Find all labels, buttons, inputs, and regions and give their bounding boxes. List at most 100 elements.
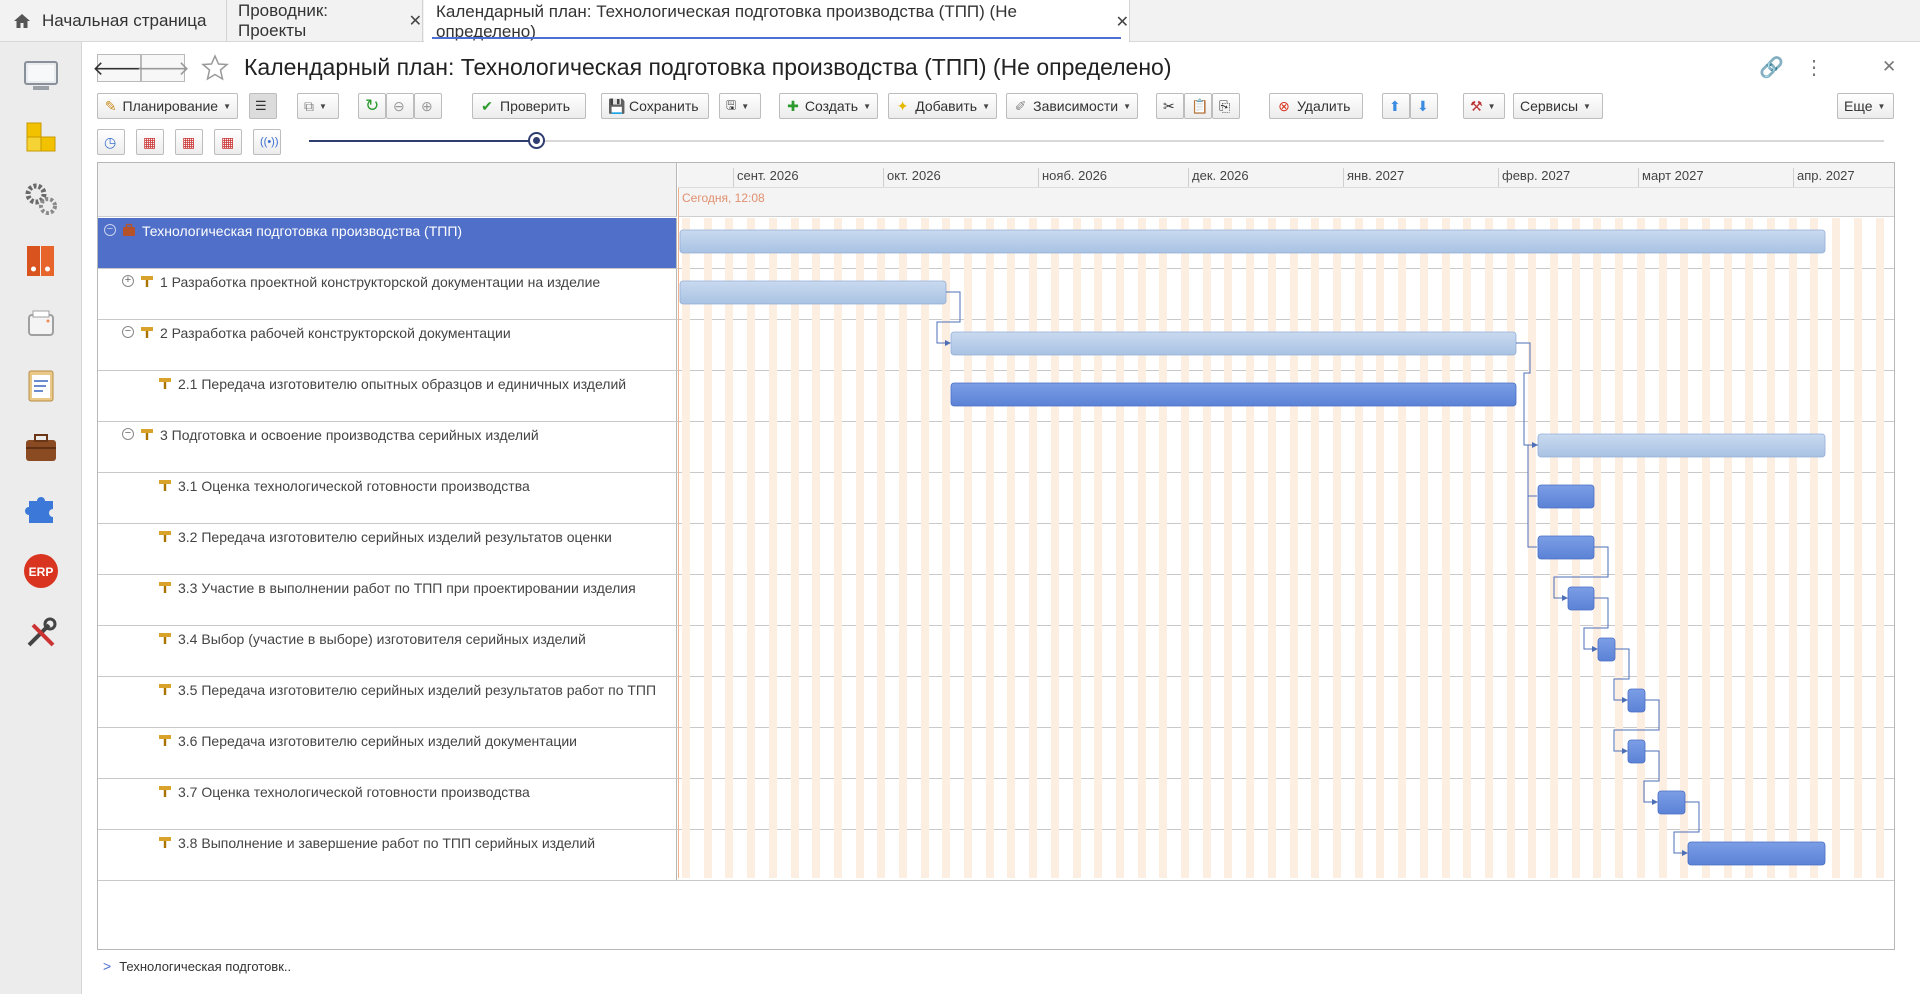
task-label: 3.5 Передача изготовителю серийных издел… xyxy=(178,682,657,698)
task-cell[interactable]: +1 Разработка проектной конструкторской … xyxy=(98,269,677,319)
task-bar[interactable] xyxy=(1657,790,1686,815)
calendar-day-button[interactable]: ▦ xyxy=(136,129,164,155)
services-menu[interactable]: Сервисы ▼ xyxy=(1513,93,1603,119)
scale-menu[interactable]: ⧉ ▼ xyxy=(297,93,339,119)
forward-button[interactable]: 🡒 xyxy=(136,54,190,82)
planning-label: Планирование xyxy=(122,98,219,114)
tools-menu[interactable]: ⚒ ▼ xyxy=(1463,93,1505,119)
add-menu[interactable]: ✦ Добавить ▼ xyxy=(888,93,997,119)
link-icon[interactable]: 🔗 xyxy=(1759,55,1784,80)
task-bar[interactable] xyxy=(1627,739,1646,764)
task-cell[interactable]: 3.2 Передача изготовителю серийных издел… xyxy=(98,524,677,574)
check-button[interactable]: ✔ Проверить xyxy=(472,93,586,119)
time-scale-button[interactable]: ◷ xyxy=(97,129,125,155)
create-label: Создать xyxy=(804,98,859,114)
refresh-icon: ↻ xyxy=(365,96,380,115)
extensions-section[interactable] xyxy=(19,487,63,531)
broadcast-button[interactable]: ((•)) xyxy=(253,129,281,155)
page-title: Календарный план: Технологическая подгот… xyxy=(244,54,1172,80)
move-down-button[interactable]: ⬇ xyxy=(1410,93,1438,119)
task-cell[interactable]: − Технологическая подготовка производства… xyxy=(98,218,677,268)
copy-icon: ⎘ xyxy=(1219,97,1231,114)
task-bar[interactable] xyxy=(1537,484,1595,509)
dropdown-arrow-icon: ▼ xyxy=(863,101,871,111)
zoom-in-button[interactable]: ⊕ xyxy=(414,93,442,119)
planning-menu[interactable]: ✎ Планирование ▼ xyxy=(97,93,238,119)
tree-view-toggle[interactable]: ☰ xyxy=(249,93,277,119)
calendar-icon: ▦ xyxy=(182,133,196,150)
printer-icon xyxy=(28,310,54,336)
task-bar[interactable] xyxy=(1567,586,1595,611)
admin-section[interactable] xyxy=(19,611,63,655)
save-label: Сохранить xyxy=(629,98,699,114)
task-cell[interactable]: 3.5 Передача изготовителю серийных издел… xyxy=(98,677,677,727)
month-label: дек. 2026 xyxy=(1188,168,1249,188)
zoom-slider-fill xyxy=(309,140,536,142)
task-bar[interactable] xyxy=(1537,535,1595,560)
dependencies-menu[interactable]: ✐ Зависимости ▼ xyxy=(1006,93,1138,119)
close-icon[interactable]: ✕ xyxy=(409,11,422,31)
documents-section[interactable] xyxy=(19,239,63,283)
tab-explorer-projects[interactable]: Проводник: Проекты ✕ xyxy=(227,0,423,42)
tasks-section[interactable] xyxy=(19,363,63,407)
task-pin-icon xyxy=(141,429,153,440)
calendar-month-button[interactable]: ▦ xyxy=(214,129,242,155)
task-cell[interactable]: 3.1 Оценка технологической готовности пр… xyxy=(98,473,677,523)
breadcrumb[interactable]: > Технологическая подготовк.. xyxy=(103,958,291,974)
task-cell[interactable]: 3.6 Передача изготовителю серийных издел… xyxy=(98,728,677,778)
home-icon xyxy=(14,14,30,28)
tree-header xyxy=(98,163,677,217)
today-label: Сегодня, 12:08 xyxy=(682,191,765,205)
save-options-menu[interactable]: 🖫 ▼ xyxy=(719,93,761,119)
close-icon[interactable]: ✕ xyxy=(1116,12,1129,32)
task-cell[interactable]: 2.1 Передача изготовителю опытных образц… xyxy=(98,371,677,421)
summary-bar[interactable] xyxy=(1537,433,1826,458)
task-cell[interactable]: 3.8 Выполнение и завершение работ по ТПП… xyxy=(98,830,677,880)
task-cell[interactable]: 3.3 Участие в выполнении работ по ТПП пр… xyxy=(98,575,677,625)
more-vertical-icon[interactable]: ⋮ xyxy=(1804,55,1824,80)
erp-section[interactable]: ERP xyxy=(19,549,63,593)
calendar-week-button[interactable]: ▦ xyxy=(175,129,203,155)
printer-section[interactable] xyxy=(19,301,63,345)
collapse-icon[interactable]: − xyxy=(104,224,116,236)
collapse-icon[interactable]: − xyxy=(122,428,134,440)
create-menu[interactable]: ✚ Создать ▼ xyxy=(779,93,878,119)
tab-home[interactable]: Начальная страница xyxy=(0,0,227,42)
paste-button[interactable]: 📋 xyxy=(1184,93,1212,119)
zoom-slider-handle[interactable] xyxy=(528,132,545,149)
more-menu[interactable]: Еще ▼ xyxy=(1837,93,1894,119)
save-button[interactable]: 💾 Сохранить xyxy=(601,93,709,119)
summary-bar[interactable] xyxy=(679,280,947,305)
task-cell[interactable]: 3.4 Выбор (участие в выборе) изготовител… xyxy=(98,626,677,676)
summary-bar[interactable] xyxy=(679,229,1826,254)
task-bar[interactable] xyxy=(1687,841,1826,866)
delete-button[interactable]: ⊗ Удалить xyxy=(1269,93,1363,119)
refresh-button[interactable]: ↻ xyxy=(358,93,386,119)
task-cell[interactable]: − 3 Подготовка и освоение производства се… xyxy=(98,422,677,472)
projects-section[interactable] xyxy=(19,425,63,469)
tab-calendar-plan[interactable]: Календарный план: Технологическая подгот… xyxy=(424,0,1130,43)
production-section[interactable] xyxy=(19,177,63,221)
task-cell[interactable]: 3.7 Оценка технологической готовности пр… xyxy=(98,779,677,829)
collapse-icon[interactable]: − xyxy=(122,326,134,338)
task-cell[interactable]: − 2 Разработка рабочей конструкторской до… xyxy=(98,320,677,370)
zoom-out-icon: ⊖ xyxy=(393,97,405,114)
close-icon[interactable]: ✕ xyxy=(1882,57,1896,77)
summary-bar[interactable] xyxy=(950,331,1517,356)
zoom-slider-track[interactable] xyxy=(309,140,1884,142)
desktop-section[interactable] xyxy=(19,54,63,98)
cut-button[interactable]: ✂ xyxy=(1156,93,1184,119)
clock-icon: ◷ xyxy=(104,133,117,150)
expand-icon[interactable]: + xyxy=(122,275,134,287)
task-bar[interactable] xyxy=(1627,688,1646,713)
warehouse-section[interactable] xyxy=(19,115,63,159)
star-icon[interactable] xyxy=(201,54,229,82)
move-up-button[interactable]: ⬆ xyxy=(1382,93,1410,119)
copy-button[interactable]: ⎘ xyxy=(1212,93,1240,119)
tabs-bar: Начальная страница Проводник: Проекты ✕ … xyxy=(0,0,1920,43)
back-button[interactable]: 🡐 xyxy=(92,54,146,82)
dropdown-arrow-icon: ▼ xyxy=(1877,101,1886,111)
task-bar[interactable] xyxy=(950,382,1517,407)
task-bar[interactable] xyxy=(1597,637,1616,662)
zoom-out-button[interactable]: ⊖ xyxy=(386,93,414,119)
